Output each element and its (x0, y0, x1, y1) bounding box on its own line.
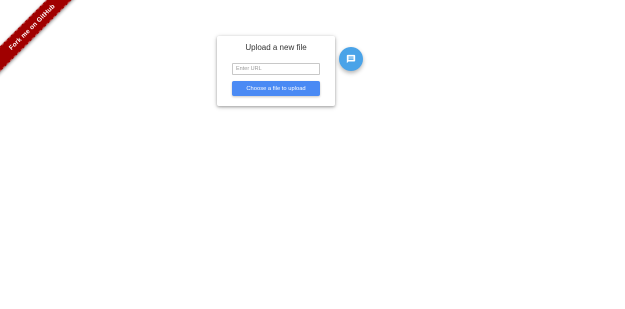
choose-file-button[interactable]: Choose a file to upload (232, 81, 320, 96)
upload-card: Upload a new file Choose a file to uploa… (217, 36, 335, 106)
chat-button[interactable] (339, 47, 363, 71)
chat-icon (346, 54, 356, 64)
fork-me-ribbon[interactable]: Fork me on GitHub (0, 0, 80, 80)
fork-me-ribbon-label: Fork me on GitHub (7, 2, 57, 52)
url-input[interactable] (232, 63, 320, 75)
github-corner: Fork me on GitHub (0, 0, 80, 80)
upload-card-title: Upload a new file (245, 43, 307, 52)
page: Fork me on GitHub Upload a new file Choo… (0, 0, 625, 309)
